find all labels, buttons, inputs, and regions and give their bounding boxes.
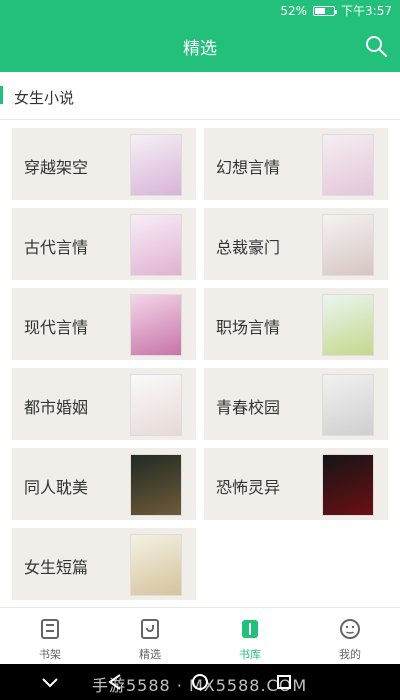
category-card-青春校园[interactable]: 青春校园: [204, 368, 388, 440]
category-label: 幻想言情: [216, 158, 281, 177]
category-card-穿越架空[interactable]: 穿越架空: [12, 128, 196, 200]
category-card-恐怖灵异[interactable]: 恐怖灵异: [204, 448, 388, 520]
battery-icon: [313, 5, 338, 16]
page-title: 精选: [183, 39, 217, 59]
nav-label-profile: 我的: [339, 648, 361, 661]
category-label: 总裁豪门: [216, 238, 281, 257]
status-bar: 52% 下午3:57: [0, 0, 400, 20]
category-card-职场言情[interactable]: 职场言情: [204, 288, 388, 360]
nav-label-featured: 精选: [139, 648, 161, 661]
chevron-down-icon[interactable]: [38, 670, 62, 694]
category-card-总裁豪门[interactable]: 总裁豪门: [204, 208, 388, 280]
nav-label-bookshelf: 书架: [39, 648, 61, 661]
book-cover-image: [130, 534, 182, 596]
book-cover-image: [322, 214, 374, 276]
category-card-古代言情[interactable]: 古代言情: [12, 208, 196, 280]
nav-profile[interactable]: 我的: [300, 608, 400, 665]
featured-icon: [141, 619, 159, 639]
category-grid: 穿越架空 幻想言情 古代言情 总裁豪门 现代言情 职场言情 都市婚姻 青春校园 …: [0, 120, 400, 607]
category-label: 都市婚姻: [24, 398, 89, 417]
book-cover-image: [322, 374, 374, 436]
library-icon: [242, 620, 258, 638]
category-label: 女生短篇: [24, 558, 89, 577]
section-accent-bar: [0, 86, 3, 104]
category-label: 穿越架空: [24, 158, 89, 177]
category-label: 古代言情: [24, 238, 89, 257]
book-cover-image: [322, 134, 374, 196]
book-cover-image: [130, 294, 182, 356]
section-title: 女生小说: [14, 89, 75, 107]
system-navigation-bar: 手游5588 · MX5588.COM: [0, 664, 400, 700]
nav-featured[interactable]: 精选: [100, 608, 200, 665]
category-card-同人耽美[interactable]: 同人耽美: [12, 448, 196, 520]
category-label: 职场言情: [216, 318, 281, 337]
bottom-navigation: 书架 精选 书库 我的: [0, 607, 400, 664]
book-cover-image: [130, 214, 182, 276]
book-cover-image: [130, 374, 182, 436]
search-icon: [366, 36, 387, 57]
nav-library[interactable]: 书库: [200, 608, 300, 665]
book-cover-image: [130, 454, 182, 516]
section-header: 女生小说: [0, 72, 400, 120]
book-cover-image: [322, 454, 374, 516]
battery-percent: 52%: [280, 3, 308, 18]
category-label: 同人耽美: [24, 478, 89, 497]
category-label: 青春校园: [216, 398, 281, 417]
clock-time: 下午3:57: [341, 4, 392, 18]
bookshelf-icon: [41, 619, 59, 639]
search-button[interactable]: [364, 34, 388, 58]
profile-icon: [340, 619, 360, 639]
app-header: 精选: [0, 20, 400, 72]
category-card-幻想言情[interactable]: 幻想言情: [204, 128, 388, 200]
category-label: 现代言情: [24, 318, 89, 337]
category-card-现代言情[interactable]: 现代言情: [12, 288, 196, 360]
category-card-女生短篇[interactable]: 女生短篇: [12, 528, 196, 600]
nav-label-library: 书库: [239, 648, 261, 661]
book-cover-image: [130, 134, 182, 196]
category-card-都市婚姻[interactable]: 都市婚姻: [12, 368, 196, 440]
nav-bookshelf[interactable]: 书架: [0, 608, 100, 665]
book-cover-image: [322, 294, 374, 356]
watermark-text: 手游5588 · MX5588.COM: [92, 676, 308, 695]
category-label: 恐怖灵异: [216, 478, 281, 497]
status-right: 52% 下午3:57: [280, 2, 392, 19]
